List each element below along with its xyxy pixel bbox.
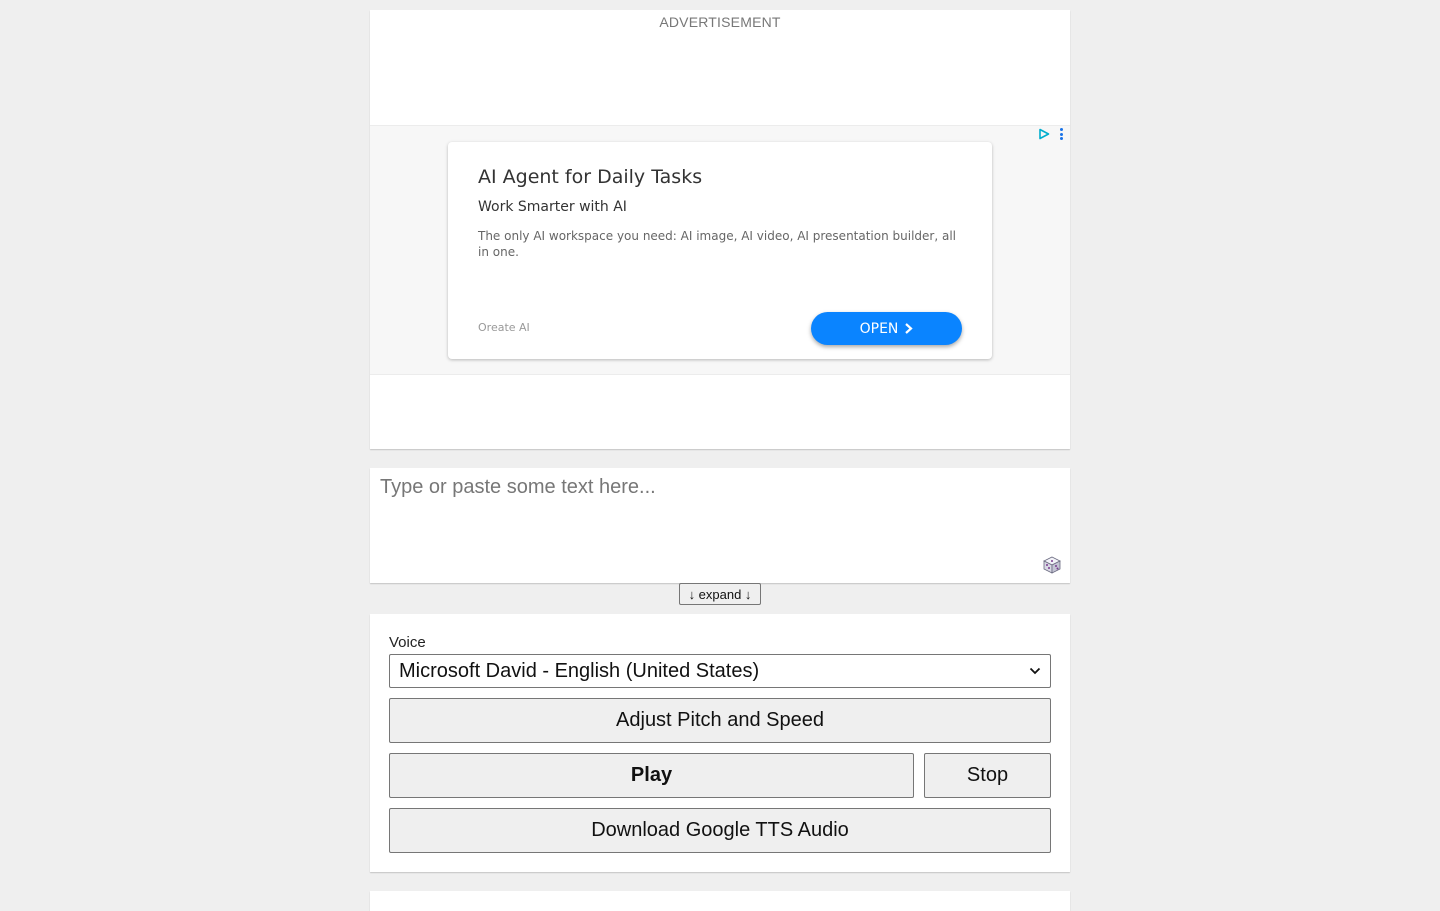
voice-select[interactable]: Microsoft David - English (United States… [389,654,1051,688]
voice-label: Voice [389,634,426,651]
ad-card[interactable]: AI Agent for Daily Tasks Work Smarter wi… [448,142,992,359]
next-section-card [370,891,1070,911]
play-button[interactable]: Play [389,753,914,798]
ad-title[interactable]: AI Agent for Daily Tasks [478,166,702,188]
text-input[interactable] [370,468,1070,583]
ad-open-label: OPEN [859,320,899,337]
adchoices-icon[interactable] [1038,128,1050,140]
voice-select-value: Microsoft David - English (United States… [399,659,760,682]
dice-icon[interactable] [1042,555,1062,575]
advertisement-container: ADVERTISEMENT AI Agent for Daily Tasks W… [370,10,1070,449]
ad-brand[interactable]: Oreate AI [478,321,530,334]
ad-menu-icon[interactable] [1060,128,1064,140]
expand-button[interactable]: ↓ expand ↓ [679,583,761,605]
adjust-pitch-speed-button[interactable]: Adjust Pitch and Speed [389,698,1051,743]
advertisement-label: ADVERTISEMENT [659,14,781,30]
ad-subtitle: Work Smarter with AI [478,199,627,215]
ad-frame: AI Agent for Daily Tasks Work Smarter wi… [370,125,1070,375]
chevron-right-icon [905,323,914,334]
controls-card: Voice Microsoft David - English (United … [370,614,1070,872]
text-input-card [370,468,1070,583]
download-tts-audio-button[interactable]: Download Google TTS Audio [389,808,1051,853]
ad-description: The only AI workspace you need: AI image… [478,229,957,259]
ad-open-button[interactable]: OPEN [811,312,962,345]
stop-button[interactable]: Stop [924,753,1051,798]
chevron-down-icon [1029,667,1041,675]
